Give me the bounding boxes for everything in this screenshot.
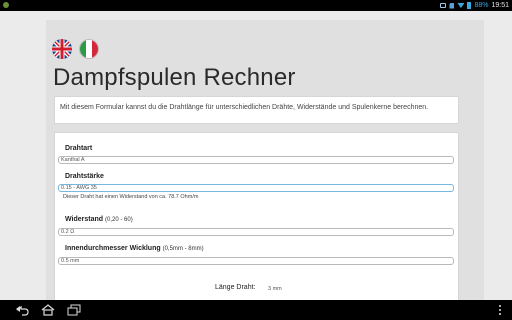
usb-icon [440, 3, 447, 8]
english-flag-icon[interactable] [52, 39, 72, 59]
sd-card-icon [449, 2, 455, 9]
wire-resistance-note: Dieser Draht hat einen Widerstand von ca… [63, 194, 199, 200]
battery-percentage: 88% [474, 2, 489, 9]
wire-gauge-label: Drahtstärke [65, 173, 104, 180]
wifi-icon [457, 3, 465, 8]
intro-card: Mit diesem Formular kannst du die Drahtl… [54, 96, 459, 124]
back-icon[interactable] [14, 304, 30, 316]
inner-diameter-label-text: Innendurchmesser Wicklung [65, 245, 161, 252]
italian-flag-icon[interactable] [79, 39, 99, 59]
overflow-menu-icon[interactable] [496, 304, 504, 316]
wire-type-select[interactable]: Kanthal A [58, 156, 454, 164]
page-title: Dampfspulen Rechner [53, 64, 296, 91]
wire-gauge-select[interactable]: 0.15 - AWG 35 [58, 184, 454, 192]
status-icons: 88% 19:51 [440, 0, 509, 11]
inner-diameter-label: Innendurchmesser Wicklung (0,5mm - 8mm) [65, 245, 204, 252]
home-icon[interactable] [40, 304, 56, 316]
resistance-label-text: Widerstand [65, 216, 104, 223]
status-bar: 88% 19:51 [0, 0, 512, 11]
resistance-input[interactable]: 0.2 Ω [58, 228, 454, 236]
wire-type-label: Drahtart [65, 145, 93, 152]
app-icon [3, 2, 9, 8]
navigation-bar [0, 300, 512, 320]
wire-length-label: Länge Draht: [215, 284, 256, 291]
resistance-range-hint: (0,20 - 60) [105, 217, 133, 223]
recent-apps-icon[interactable] [66, 304, 82, 316]
intro-text: Mit diesem Formular kannst du die Drahtl… [60, 104, 429, 111]
inner-diameter-input[interactable]: 0.5 mm [58, 257, 454, 265]
clock: 19:51 [491, 2, 509, 9]
resistance-label: Widerstand (0,20 - 60) [65, 216, 133, 223]
battery-icon [467, 2, 472, 9]
inner-diameter-range-hint: (0,5mm - 8mm) [162, 246, 204, 252]
wire-length-value: 3 mm [268, 286, 282, 292]
